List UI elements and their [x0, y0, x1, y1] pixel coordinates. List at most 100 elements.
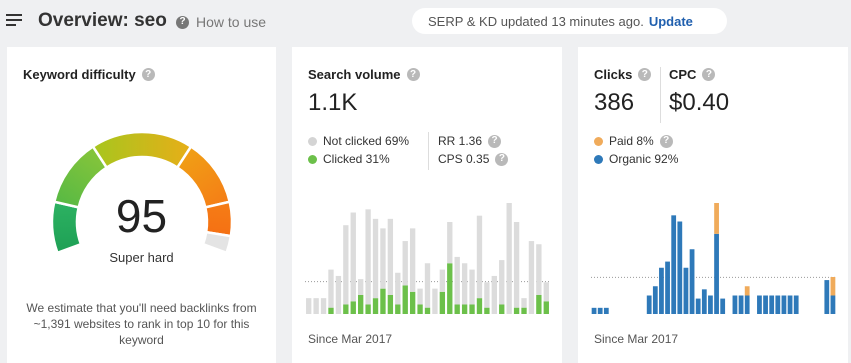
bar-clicked[interactable]	[447, 263, 453, 314]
cps-help-icon[interactable]: ?	[495, 152, 509, 166]
bar-clicked[interactable]	[439, 291, 446, 314]
bar-organic[interactable]	[824, 280, 830, 314]
bar-not-clicked[interactable]	[380, 228, 386, 289]
bar-clicked[interactable]	[484, 307, 490, 314]
bar-clicked[interactable]	[521, 307, 527, 314]
bar-organic[interactable]	[683, 267, 689, 314]
bar-organic[interactable]	[757, 295, 762, 315]
bar-organic[interactable]	[677, 221, 683, 315]
hamburger-menu-icon[interactable]	[6, 14, 22, 27]
bar-organic[interactable]	[646, 295, 652, 315]
bar-clicked[interactable]	[536, 294, 542, 314]
bar-not-clicked[interactable]	[387, 218, 394, 295]
bar-not-clicked[interactable]	[447, 222, 453, 264]
bar-organic[interactable]	[738, 295, 744, 315]
bar-not-clicked[interactable]	[439, 269, 446, 292]
cpc-help-icon[interactable]: ?	[702, 68, 716, 81]
kd-help-icon[interactable]: ?	[141, 68, 155, 81]
bar-not-clicked[interactable]	[395, 272, 401, 305]
clicks-help-icon[interactable]: ?	[638, 68, 652, 81]
bar-organic[interactable]	[597, 307, 603, 314]
bar-not-clicked[interactable]	[499, 260, 505, 305]
bar-not-clicked[interactable]	[432, 288, 438, 314]
bar-clicked[interactable]	[543, 301, 549, 314]
bar-organic[interactable]	[695, 298, 701, 314]
bar-clicked[interactable]	[417, 304, 423, 314]
volume-help-icon[interactable]: ?	[406, 68, 420, 81]
bar-clicked[interactable]	[499, 304, 505, 314]
bar-not-clicked[interactable]	[484, 282, 490, 308]
bar-clicked[interactable]	[476, 298, 483, 314]
bar-not-clicked[interactable]	[350, 212, 356, 302]
bar-organic[interactable]	[701, 289, 707, 314]
bar-organic[interactable]	[775, 295, 781, 315]
bar-organic[interactable]	[769, 295, 775, 315]
bar-clicked[interactable]	[350, 301, 356, 314]
paid-help-icon[interactable]: ?	[659, 134, 673, 148]
update-link[interactable]: Update	[649, 14, 693, 29]
bar-clicked[interactable]	[461, 304, 468, 314]
bar-paid[interactable]	[744, 286, 750, 296]
bar-not-clicked[interactable]	[320, 298, 327, 314]
bar-clicked[interactable]	[358, 294, 364, 314]
clicks-title-label: Clicks	[594, 67, 633, 82]
bar-not-clicked[interactable]	[372, 218, 379, 299]
bar-not-clicked[interactable]	[306, 298, 312, 314]
bar-clicked[interactable]	[380, 288, 386, 314]
bar-not-clicked[interactable]	[461, 263, 468, 305]
bar-clicked[interactable]	[395, 304, 401, 314]
bar-not-clicked[interactable]	[543, 282, 549, 302]
bar-clicked[interactable]	[454, 304, 460, 314]
bar-organic[interactable]	[720, 298, 726, 314]
bar-not-clicked[interactable]	[358, 279, 364, 295]
bar-not-clicked[interactable]	[521, 298, 527, 308]
bar-clicked[interactable]	[424, 307, 431, 314]
bar-organic[interactable]	[652, 286, 658, 314]
bar-not-clicked[interactable]	[402, 241, 408, 286]
bar-not-clicked[interactable]	[335, 275, 342, 314]
bar-organic[interactable]	[793, 295, 799, 315]
bar-clicked[interactable]	[469, 304, 475, 314]
bar-clicked[interactable]	[402, 285, 408, 314]
bar-not-clicked[interactable]	[409, 228, 416, 292]
bar-clicked[interactable]	[365, 304, 371, 314]
bar-clicked[interactable]	[513, 307, 520, 314]
how-to-use-link[interactable]: ? How to use	[176, 14, 266, 30]
bar-paid[interactable]	[714, 203, 719, 234]
bar-not-clicked[interactable]	[313, 298, 319, 314]
bar-clicked[interactable]	[409, 291, 416, 314]
bar-organic[interactable]	[744, 295, 750, 315]
bar-organic[interactable]	[708, 295, 713, 315]
bar-organic[interactable]	[659, 267, 664, 314]
bar-organic[interactable]	[689, 249, 695, 314]
bar-organic[interactable]	[665, 261, 670, 314]
bar-organic[interactable]	[591, 307, 597, 314]
bar-organic[interactable]	[830, 295, 836, 315]
bar-organic[interactable]	[732, 295, 738, 315]
bar-not-clicked[interactable]	[469, 269, 475, 305]
bar-not-clicked[interactable]	[343, 225, 349, 305]
bar-not-clicked[interactable]	[506, 203, 512, 314]
bar-not-clicked[interactable]	[476, 215, 483, 299]
bar-not-clicked[interactable]	[417, 288, 423, 305]
bar-clicked[interactable]	[343, 304, 349, 314]
bar-not-clicked[interactable]	[424, 263, 431, 308]
bar-not-clicked[interactable]	[513, 222, 520, 308]
bar-not-clicked[interactable]	[328, 269, 334, 308]
bar-organic[interactable]	[671, 215, 677, 314]
bar-organic[interactable]	[787, 295, 793, 315]
bar-not-clicked[interactable]	[454, 256, 460, 305]
bar-clicked[interactable]	[387, 294, 394, 314]
bar-organic[interactable]	[763, 295, 768, 315]
bar-organic[interactable]	[603, 307, 609, 314]
bar-clicked[interactable]	[328, 307, 334, 314]
bar-organic[interactable]	[714, 233, 719, 314]
rr-help-icon[interactable]: ?	[488, 134, 502, 148]
bar-not-clicked[interactable]	[536, 244, 542, 295]
bar-not-clicked[interactable]	[491, 275, 497, 314]
bar-organic[interactable]	[781, 295, 787, 315]
bar-not-clicked[interactable]	[528, 241, 535, 314]
bar-not-clicked[interactable]	[365, 209, 371, 305]
bar-paid[interactable]	[830, 277, 836, 296]
bar-clicked[interactable]	[372, 298, 379, 314]
